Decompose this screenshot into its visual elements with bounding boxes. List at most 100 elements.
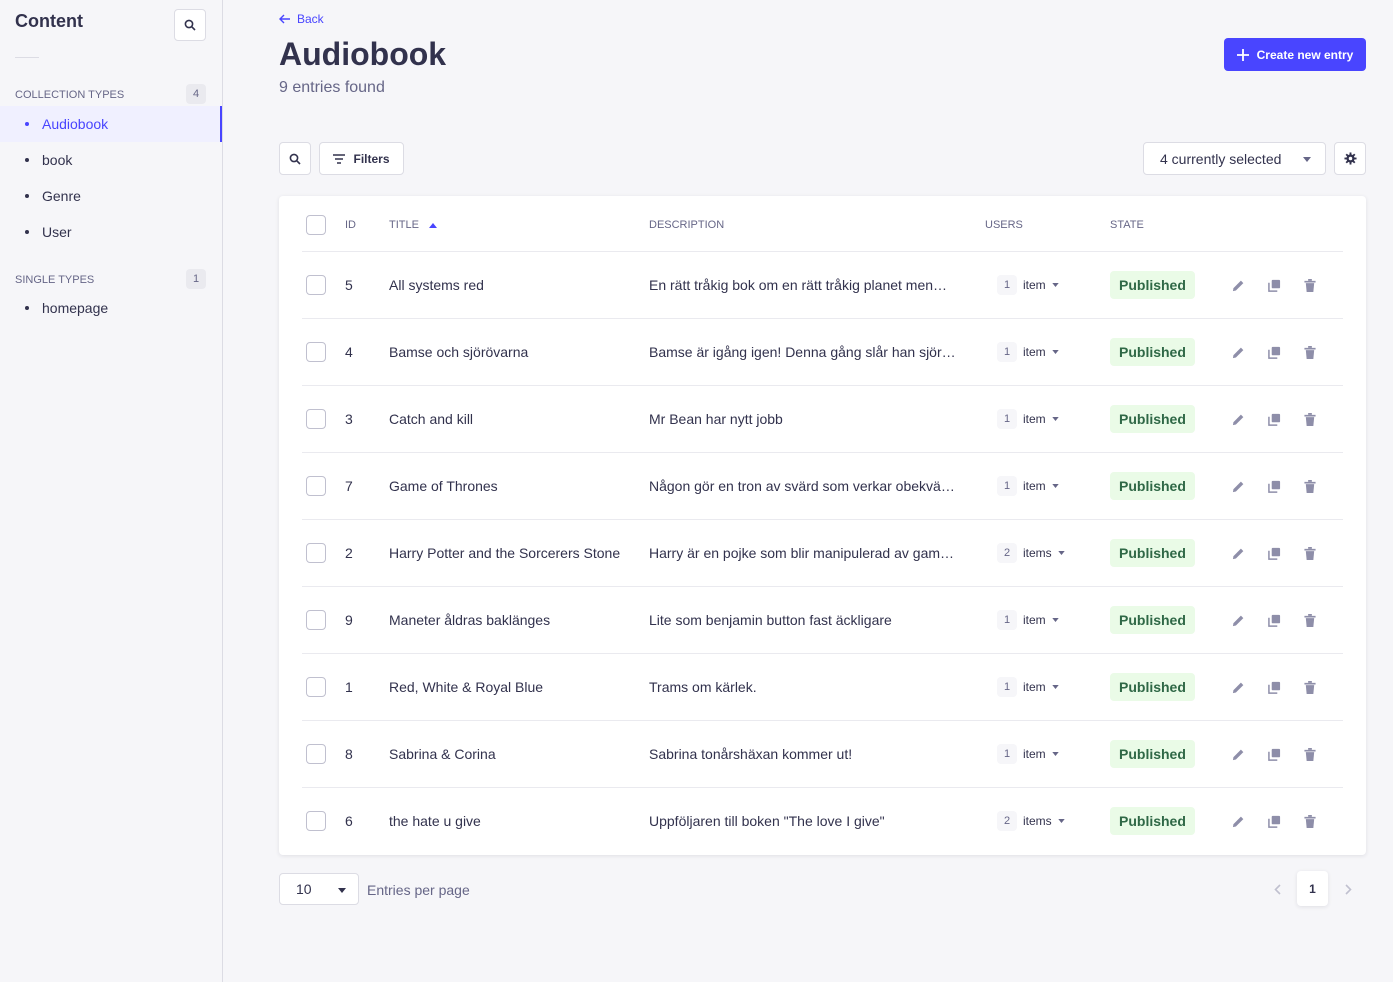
- row-checkbox[interactable]: [306, 342, 326, 362]
- row-title: Sabrina & Corina: [389, 746, 496, 762]
- column-header-title-label: TITLE: [389, 219, 419, 231]
- delete-button[interactable]: [1302, 411, 1318, 427]
- caret-down-icon: [338, 888, 346, 893]
- columns-select[interactable]: 4 currently selected: [1143, 142, 1326, 175]
- table-search-button[interactable]: [279, 142, 311, 175]
- row-checkbox[interactable]: [306, 744, 326, 764]
- delete-button[interactable]: [1302, 746, 1318, 762]
- sidebar-item-audiobook[interactable]: Audiobook: [0, 106, 222, 142]
- create-new-entry-button[interactable]: Create new entry: [1224, 38, 1366, 71]
- settings-button[interactable]: [1334, 142, 1366, 175]
- row-id: 3: [345, 411, 353, 427]
- edit-button[interactable]: [1230, 746, 1246, 762]
- row-checkbox[interactable]: [306, 811, 326, 831]
- status-badge: Published: [1110, 539, 1195, 567]
- bullet-icon: [25, 194, 29, 198]
- users-relation-dropdown[interactable]: 1 item: [997, 610, 1059, 630]
- edit-button[interactable]: [1230, 277, 1246, 293]
- row-id: 5: [345, 277, 353, 293]
- table-row[interactable]: 2 Harry Potter and the Sorcerers Stone H…: [279, 520, 1366, 587]
- users-relation-dropdown[interactable]: 1 item: [997, 342, 1059, 362]
- duplicate-button[interactable]: [1266, 277, 1282, 293]
- table-row[interactable]: 6 the hate u give Uppföljaren till boken…: [279, 788, 1366, 855]
- select-all-checkbox[interactable]: [306, 215, 326, 235]
- row-checkbox[interactable]: [306, 543, 326, 563]
- row-checkbox[interactable]: [306, 409, 326, 429]
- single-types-heading: SINGLE TYPES: [15, 274, 95, 286]
- duplicate-button[interactable]: [1266, 411, 1282, 427]
- table-row[interactable]: 8 Sabrina & Corina Sabrina tonårshäxan k…: [279, 721, 1366, 788]
- edit-button[interactable]: [1230, 478, 1246, 494]
- table-row[interactable]: 5 All systems red En rätt tråkig bok om …: [279, 252, 1366, 319]
- delete-button[interactable]: [1302, 813, 1318, 829]
- duplicate-icon: [1267, 614, 1280, 627]
- per-page-label: Entries per page: [367, 882, 470, 898]
- next-page-button[interactable]: [1339, 880, 1357, 898]
- row-title: Bamse och sjörövarna: [389, 344, 529, 360]
- duplicate-button[interactable]: [1266, 813, 1282, 829]
- pencil-icon: [1232, 414, 1243, 425]
- edit-button[interactable]: [1230, 344, 1246, 360]
- table-row[interactable]: 4 Bamse och sjörövarna Bamse är igång ig…: [279, 319, 1366, 386]
- sidebar-item-genre[interactable]: Genre: [0, 178, 222, 214]
- table-row[interactable]: 1 Red, White & Royal Blue Trams om kärle…: [279, 654, 1366, 721]
- delete-button[interactable]: [1302, 612, 1318, 628]
- row-checkbox[interactable]: [306, 610, 326, 630]
- caret-down-icon: [1051, 618, 1059, 622]
- row-checkbox[interactable]: [306, 275, 326, 295]
- users-relation-dropdown[interactable]: 1 item: [997, 409, 1059, 429]
- column-header-description[interactable]: DESCRIPTION: [649, 219, 724, 231]
- users-relation-dropdown[interactable]: 1 item: [997, 275, 1059, 295]
- delete-button[interactable]: [1302, 344, 1318, 360]
- sidebar-item-user[interactable]: User: [0, 214, 222, 250]
- delete-button[interactable]: [1302, 478, 1318, 494]
- chevron-right-icon: [1344, 883, 1352, 895]
- edit-button[interactable]: [1230, 679, 1246, 695]
- edit-button[interactable]: [1230, 411, 1246, 427]
- sidebar-item-homepage[interactable]: homepage: [0, 290, 222, 326]
- duplicate-button[interactable]: [1266, 679, 1282, 695]
- row-description: Någon gör en tron av svärd som verkar ob…: [649, 478, 955, 494]
- back-link[interactable]: Back: [279, 12, 324, 26]
- previous-page-button[interactable]: [1268, 880, 1286, 898]
- duplicate-button[interactable]: [1266, 344, 1282, 360]
- users-relation-dropdown[interactable]: 1 item: [997, 677, 1059, 697]
- users-relation-dropdown[interactable]: 2 items: [997, 543, 1065, 563]
- page-1-button[interactable]: 1: [1297, 871, 1328, 906]
- edit-button[interactable]: [1230, 545, 1246, 561]
- collection-types-heading: COLLECTION TYPES: [15, 89, 125, 101]
- column-header-title[interactable]: TITLE: [389, 219, 437, 231]
- users-unit-label: item: [1023, 747, 1046, 761]
- sidebar-search-button[interactable]: [174, 9, 206, 41]
- duplicate-button[interactable]: [1266, 746, 1282, 762]
- filters-button[interactable]: Filters: [319, 142, 404, 175]
- table-row[interactable]: 9 Maneter åldras baklänges Lite som benj…: [279, 587, 1366, 654]
- duplicate-icon: [1267, 681, 1280, 694]
- users-relation-dropdown[interactable]: 2 items: [997, 811, 1065, 831]
- caret-down-icon: [1051, 685, 1059, 689]
- trash-icon: [1304, 546, 1316, 560]
- table-row[interactable]: 7 Game of Thrones Någon gör en tron av s…: [279, 453, 1366, 520]
- row-checkbox[interactable]: [306, 677, 326, 697]
- column-header-id[interactable]: ID: [345, 219, 356, 231]
- row-title: the hate u give: [389, 813, 481, 829]
- users-relation-dropdown[interactable]: 1 item: [997, 476, 1059, 496]
- edit-button[interactable]: [1230, 813, 1246, 829]
- delete-button[interactable]: [1302, 679, 1318, 695]
- duplicate-button[interactable]: [1266, 545, 1282, 561]
- delete-button[interactable]: [1302, 545, 1318, 561]
- table-row[interactable]: 3 Catch and kill Mr Bean har nytt jobb 1…: [279, 386, 1366, 453]
- users-unit-label: item: [1023, 345, 1046, 359]
- row-checkbox[interactable]: [306, 476, 326, 496]
- users-count-badge: 1: [997, 409, 1017, 429]
- users-count-badge: 1: [997, 677, 1017, 697]
- users-unit-label: items: [1023, 546, 1052, 560]
- duplicate-button[interactable]: [1266, 612, 1282, 628]
- row-title: Red, White & Royal Blue: [389, 679, 544, 695]
- entries-per-page-select[interactable]: 10: [279, 873, 359, 905]
- duplicate-button[interactable]: [1266, 478, 1282, 494]
- sidebar-item-book[interactable]: book: [0, 142, 222, 178]
- users-relation-dropdown[interactable]: 1 item: [997, 744, 1059, 764]
- edit-button[interactable]: [1230, 612, 1246, 628]
- delete-button[interactable]: [1302, 277, 1318, 293]
